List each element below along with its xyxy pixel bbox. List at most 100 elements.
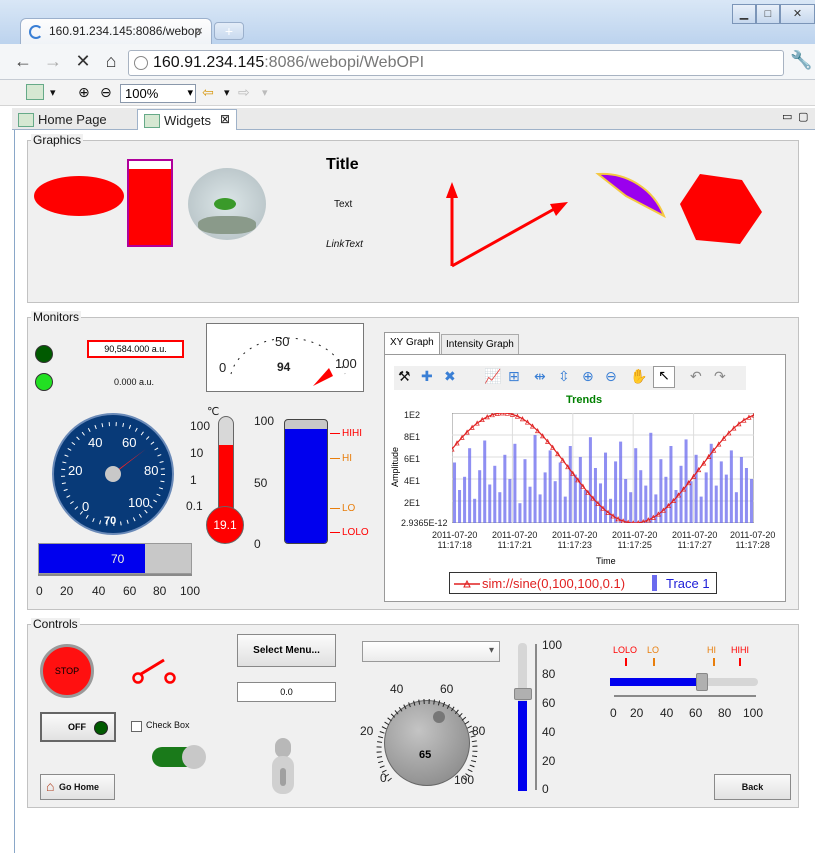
- zoom-select[interactable]: 100% ▾: [120, 84, 196, 103]
- hslider-marker: LOLO: [613, 645, 638, 655]
- forward-arrow-icon[interactable]: →: [40, 48, 66, 74]
- y-tick: 8E1: [404, 432, 421, 442]
- knob-tick: 100: [454, 773, 475, 787]
- tab-home-page[interactable]: Home Page: [12, 109, 137, 130]
- gauge-value: 70: [104, 515, 117, 527]
- wrench-icon[interactable]: 🔧: [790, 50, 812, 71]
- zoom-out-icon[interactable]: ⊖: [605, 368, 617, 385]
- lever-switch[interactable]: [270, 738, 296, 794]
- tank-tick: 100: [254, 414, 275, 428]
- browser-tab[interactable]: 160.91.234.145:8086/webop ×: [20, 18, 212, 44]
- controls-group-label: Controls: [31, 617, 80, 631]
- hexagon-shape: [680, 174, 762, 244]
- autoscale-icon[interactable]: 📈: [484, 368, 501, 385]
- graphics-link[interactable]: LinkText: [326, 239, 363, 250]
- legend-entry: sim://sine(0,100,100,0.1): [482, 576, 626, 591]
- trace-bar: [629, 492, 633, 523]
- hslider-marker: LO: [647, 645, 660, 655]
- stop-loading-icon[interactable]: ✕: [70, 48, 96, 74]
- minimize-view-icon[interactable]: ▭: [782, 110, 792, 123]
- back-opi-icon[interactable]: ⇦: [202, 84, 214, 101]
- add-annotation-icon[interactable]: ✚: [421, 368, 433, 385]
- rubberband-zoom-icon[interactable]: ⊞: [508, 368, 520, 385]
- vertical-slider-scale: [535, 644, 537, 790]
- vertical-slider-track[interactable]: [518, 643, 527, 791]
- switch-icon[interactable]: [130, 656, 180, 686]
- close-tab-icon[interactable]: ×: [195, 23, 203, 38]
- go-home-button[interactable]: ⌂ Go Home: [40, 774, 115, 800]
- globe-icon: [134, 56, 148, 70]
- trace-bar: [634, 448, 638, 523]
- stop-button[interactable]: STOP: [40, 644, 94, 698]
- vslider-tick: 0: [542, 782, 549, 796]
- chart-title: Trends: [566, 394, 603, 406]
- pointer-icon[interactable]: ↖: [653, 366, 675, 388]
- select-menu-button[interactable]: Select Menu...: [237, 634, 336, 667]
- ellipse-shape: [34, 176, 124, 216]
- address-bar[interactable]: 160.91.234.145:8086/webopi/WebOPI: [128, 50, 784, 76]
- zoom-out-icon[interactable]: ⊖: [100, 84, 112, 101]
- off-toggle-button[interactable]: OFF: [40, 712, 116, 742]
- undo-icon[interactable]: ↶: [690, 368, 702, 385]
- spinner-input[interactable]: 0.0: [237, 682, 336, 702]
- trace-bar: [478, 470, 482, 523]
- zoom-in-icon[interactable]: ⊕: [78, 84, 90, 101]
- close-window-button[interactable]: ✕: [780, 4, 815, 24]
- maximize-button[interactable]: □: [756, 4, 780, 24]
- config-icon[interactable]: ⚒: [398, 368, 411, 385]
- forward-opi-icon[interactable]: ⇨: [238, 84, 250, 101]
- close-tab-icon[interactable]: ⊠: [220, 112, 230, 126]
- back-dropdown-icon[interactable]: ▾: [224, 86, 230, 99]
- graphics-group-label: Graphics: [31, 133, 84, 147]
- tank-tick: 0: [254, 537, 261, 551]
- check-box[interactable]: [131, 721, 142, 732]
- trace-bar: [714, 485, 718, 523]
- minimize-button[interactable]: ▁: [732, 4, 756, 24]
- zoom-in-icon[interactable]: ⊕: [582, 368, 594, 385]
- run-opi-icon[interactable]: [26, 84, 44, 100]
- remove-annotation-icon[interactable]: ✖: [444, 368, 456, 385]
- tank-hihi-mark: [330, 433, 340, 434]
- redo-icon[interactable]: ↷: [714, 368, 726, 385]
- tank-lolo-mark: [330, 532, 340, 533]
- hslider-tick: 20: [630, 706, 644, 720]
- thermometer-tick: 100: [190, 419, 211, 433]
- chart-legend: sim://sine(0,100,100,0.1) Trace 1: [449, 572, 717, 594]
- trace-bar: [588, 437, 592, 523]
- combo-box[interactable]: ▾: [362, 641, 500, 662]
- readback-value: 0.000 a.u.: [114, 377, 155, 387]
- tank-marker: LOLO: [342, 527, 369, 538]
- arc-shape: [595, 172, 666, 219]
- hslider-marker: HI: [707, 645, 716, 655]
- vslider-tick: 40: [542, 725, 556, 739]
- run-dropdown-icon[interactable]: ▾: [50, 86, 56, 99]
- trace-bar: [593, 468, 597, 523]
- trace-bar: [704, 472, 708, 523]
- vertical-zoom-icon[interactable]: ⇳: [558, 368, 570, 385]
- y-tick: 4E1: [404, 476, 421, 486]
- trace-bar: [739, 457, 743, 523]
- horizontal-slider-thumb[interactable]: [695, 673, 708, 691]
- forward-dropdown-icon[interactable]: ▾: [262, 86, 268, 99]
- home-icon: ⌂: [46, 778, 55, 794]
- x-tick: 2011-07-20 11:17:23: [552, 530, 598, 550]
- horizontal-slider-track[interactable]: [610, 678, 758, 686]
- maximize-view-icon[interactable]: ▢: [798, 110, 808, 123]
- new-tab-button[interactable]: +: [214, 22, 244, 40]
- tab-intensity-graph[interactable]: Intensity Graph: [441, 334, 519, 354]
- home-icon[interactable]: ⌂: [98, 48, 124, 74]
- trace-bar: [463, 476, 467, 523]
- tab-xy-graph[interactable]: XY Graph: [384, 332, 440, 354]
- led-indicator: [94, 721, 108, 735]
- horizontal-zoom-icon[interactable]: ⇹: [534, 368, 546, 385]
- tab-widgets[interactable]: Widgets ⊠: [137, 109, 237, 130]
- back-button[interactable]: Back: [714, 774, 791, 800]
- check-box-label: Check Box: [146, 720, 190, 730]
- back-arrow-icon[interactable]: ←: [10, 48, 36, 74]
- tank-tick: 50: [254, 476, 268, 490]
- toggle-switch[interactable]: [152, 745, 206, 769]
- fishbowl-image: [188, 168, 266, 240]
- vertical-slider-thumb[interactable]: [514, 688, 532, 700]
- pan-hand-icon[interactable]: ✋: [630, 368, 647, 385]
- trace-bar: [639, 470, 643, 523]
